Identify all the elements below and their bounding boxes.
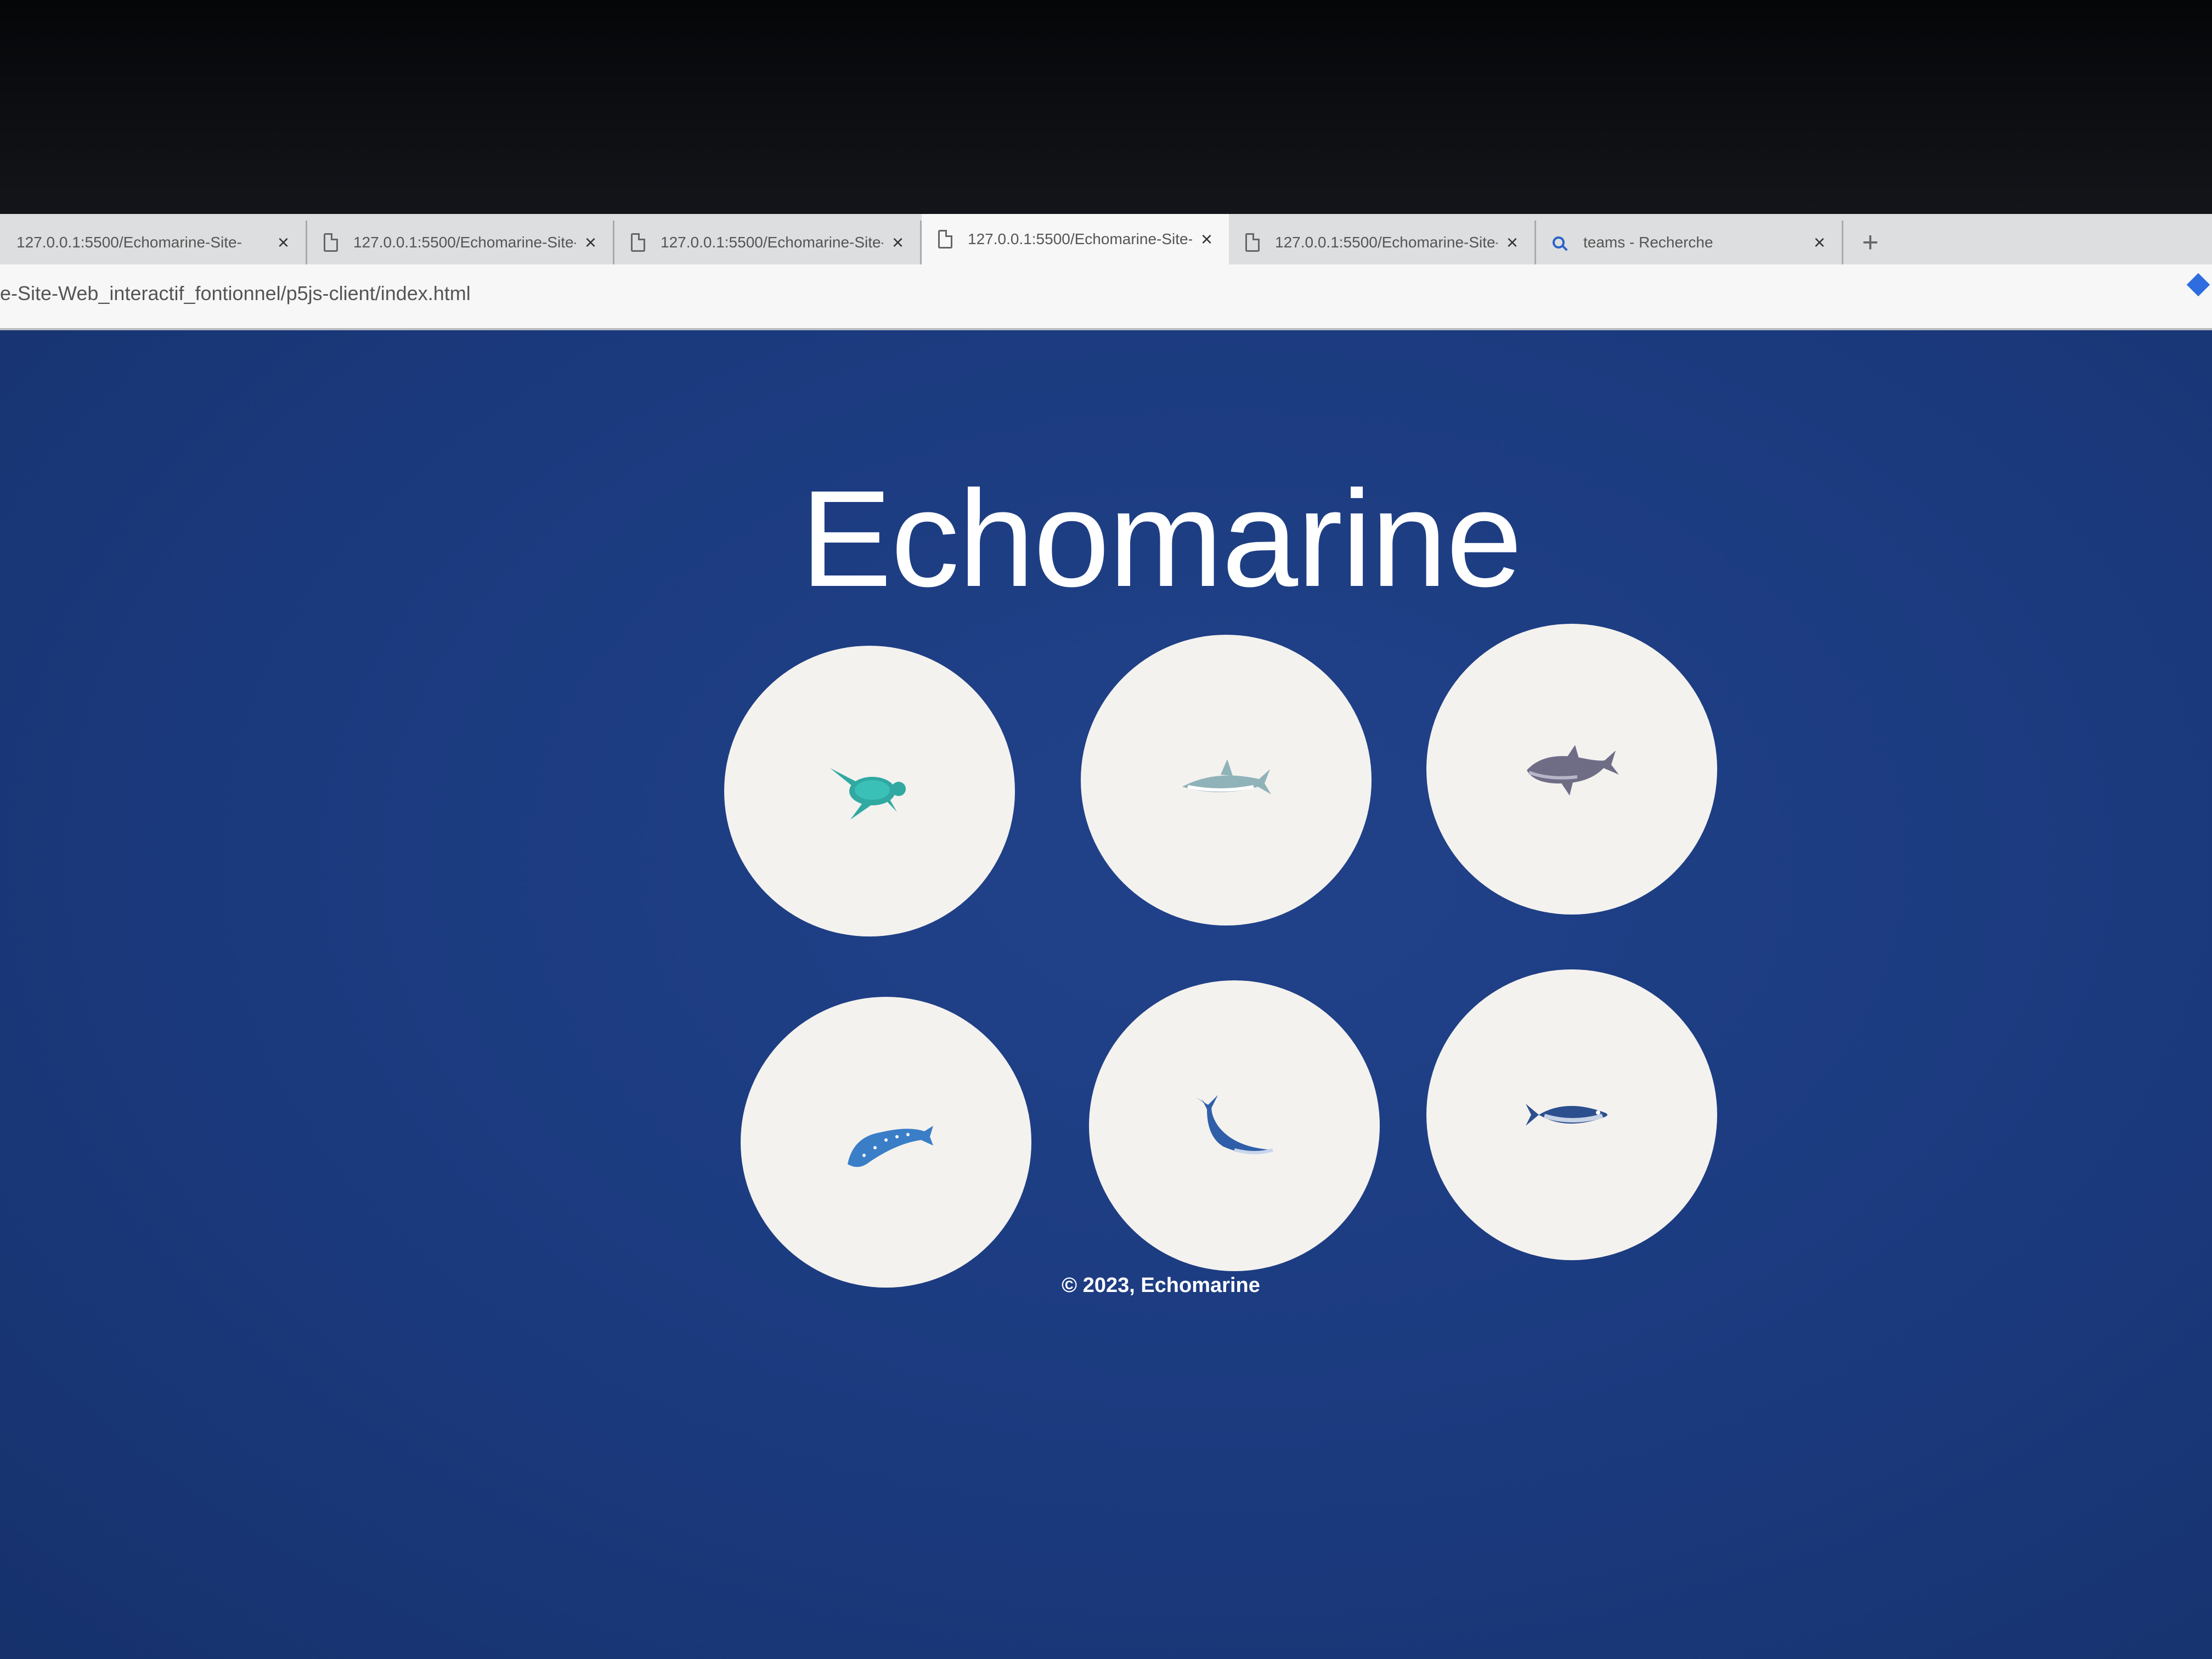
page-icon (938, 230, 952, 249)
search-icon (1553, 236, 1565, 249)
browser-tab[interactable]: 127.0.0.1:5500/Echomarine-Site- × (1229, 221, 1536, 264)
extension-icon[interactable] (2186, 273, 2210, 297)
tab-title: teams - Recherche (1583, 234, 1713, 251)
browser-window: 127.0.0.1:5500/Echomarine-Site- × 127.0.… (0, 214, 2212, 1659)
copyright-footer: © 2023, Echomarine (1062, 1274, 1260, 1297)
animal-card-blue-whale[interactable] (1089, 980, 1380, 1271)
page-icon (1245, 233, 1260, 252)
tab-title: 127.0.0.1:5500/Echomarine-Site- (16, 234, 242, 251)
animal-card-shark[interactable] (1081, 635, 1372, 926)
close-icon[interactable]: × (278, 231, 289, 254)
browser-tab[interactable]: 127.0.0.1:5500/Echomarine-Site- × (0, 221, 307, 264)
close-icon[interactable]: × (892, 231, 904, 254)
animal-card-porpoise[interactable] (1426, 624, 1717, 915)
page-icon (631, 233, 645, 252)
browser-tab[interactable]: 127.0.0.1:5500/Echomarine-Site- × (307, 221, 614, 264)
tab-title: 127.0.0.1:5500/Echomarine-Site- (353, 234, 576, 251)
browser-tab[interactable]: 127.0.0.1:5500/Echomarine-Site- × (614, 221, 922, 264)
close-icon[interactable]: × (1814, 231, 1825, 254)
close-icon[interactable]: × (585, 231, 596, 254)
whale-shark-icon (848, 1126, 933, 1167)
browser-tab-active[interactable]: 127.0.0.1:5500/Echomarine-Site- × (922, 214, 1229, 264)
tab-strip: 127.0.0.1:5500/Echomarine-Site- × 127.0.… (0, 214, 2212, 264)
animal-grid (724, 624, 1734, 1288)
tab-title: 127.0.0.1:5500/Echomarine-Site- (968, 230, 1192, 247)
blue-whale-icon (1196, 1095, 1273, 1154)
shark-icon (1182, 759, 1271, 794)
animal-card-sea-turtle[interactable] (724, 646, 1015, 936)
porpoise-icon (1527, 745, 1619, 795)
page-icon (324, 233, 338, 252)
new-tab-button[interactable]: + (1843, 221, 1897, 264)
monitor-bezel (0, 0, 2212, 225)
tab-title: 127.0.0.1:5500/Echomarine-Site- (1275, 234, 1498, 251)
sea-turtle-icon (830, 768, 906, 820)
close-icon[interactable]: × (1506, 231, 1518, 254)
page-title: Echomarine (800, 462, 1522, 615)
browser-tab[interactable]: teams - Recherche × (1536, 221, 1843, 264)
tuna-icon (1526, 1104, 1607, 1126)
animal-card-whale-shark[interactable] (741, 997, 1031, 1288)
url-text[interactable]: e-Site-Web_interactif_fontionnel/p5js-cl… (0, 282, 471, 305)
address-bar[interactable]: e-Site-Web_interactif_fontionnel/p5js-cl… (0, 264, 2212, 330)
page-content: Echomarine © 2023, Echomarine (0, 330, 2212, 1659)
close-icon[interactable]: × (1201, 228, 1212, 251)
animal-card-tuna[interactable] (1426, 969, 1717, 1260)
tab-title: 127.0.0.1:5500/Echomarine-Site- (661, 234, 883, 251)
